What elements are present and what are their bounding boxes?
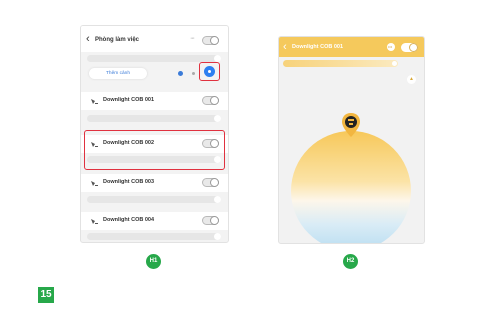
arrow-up-icon[interactable]: ▲ xyxy=(407,75,416,84)
device-name: Downlight COB 001 xyxy=(103,97,155,103)
detail-header: ‹ Downlight COB 001 ••• xyxy=(279,37,424,57)
screen-label-h1: H1 xyxy=(146,254,161,269)
device-brightness-slider[interactable] xyxy=(87,115,221,122)
downlight-icon xyxy=(91,181,98,186)
back-chevron-icon[interactable]: ‹ xyxy=(86,34,90,45)
device-title: Downlight COB 001 xyxy=(292,44,344,50)
scene-highlight-box xyxy=(199,62,220,81)
scene-dot-icon[interactable] xyxy=(178,71,183,76)
device-toggle[interactable] xyxy=(202,216,219,225)
device-row[interactable]: Downlight COB 001 xyxy=(81,92,228,110)
room-brightness-slider[interactable] xyxy=(87,55,221,62)
color-picker-pin-icon[interactable] xyxy=(341,112,361,138)
screen-label-h2: H2 xyxy=(343,254,358,269)
add-scene-button[interactable]: Thêm cảnh xyxy=(89,68,147,79)
scene-dot-icon[interactable] xyxy=(192,72,195,75)
more-menu-icon[interactable]: ··· xyxy=(190,35,195,42)
room-screen: ‹ Phòng làm việc ··· Thêm cảnh Downlight… xyxy=(80,25,229,243)
device-detail-screen: ‹ Downlight COB 001 ••• ▲ xyxy=(278,36,425,244)
device-power-toggle[interactable] xyxy=(401,43,418,52)
device-row[interactable]: Downlight COB 004 xyxy=(81,212,228,230)
device-brightness-slider[interactable] xyxy=(87,233,221,240)
color-wheel[interactable] xyxy=(291,131,411,243)
room-header: ‹ Phòng làm việc ··· xyxy=(81,26,228,52)
device-name: Downlight COB 004 xyxy=(103,217,155,223)
back-chevron-icon[interactable]: ‹ xyxy=(283,42,287,53)
step-number: 15 xyxy=(38,287,54,303)
device-name: Downlight COB 003 xyxy=(103,179,155,185)
device-toggle[interactable] xyxy=(202,178,219,187)
downlight-icon xyxy=(91,219,98,224)
device-highlight-box xyxy=(84,130,225,170)
device-brightness-slider[interactable] xyxy=(87,196,221,203)
room-title: Phòng làm việc xyxy=(95,37,140,43)
device-toggle[interactable] xyxy=(202,96,219,105)
color-temperature-slider[interactable] xyxy=(283,60,398,67)
room-power-toggle[interactable] xyxy=(202,36,219,45)
downlight-icon xyxy=(91,99,98,104)
device-row[interactable]: Downlight COB 003 xyxy=(81,174,228,192)
more-options-icon[interactable]: ••• xyxy=(387,43,395,51)
